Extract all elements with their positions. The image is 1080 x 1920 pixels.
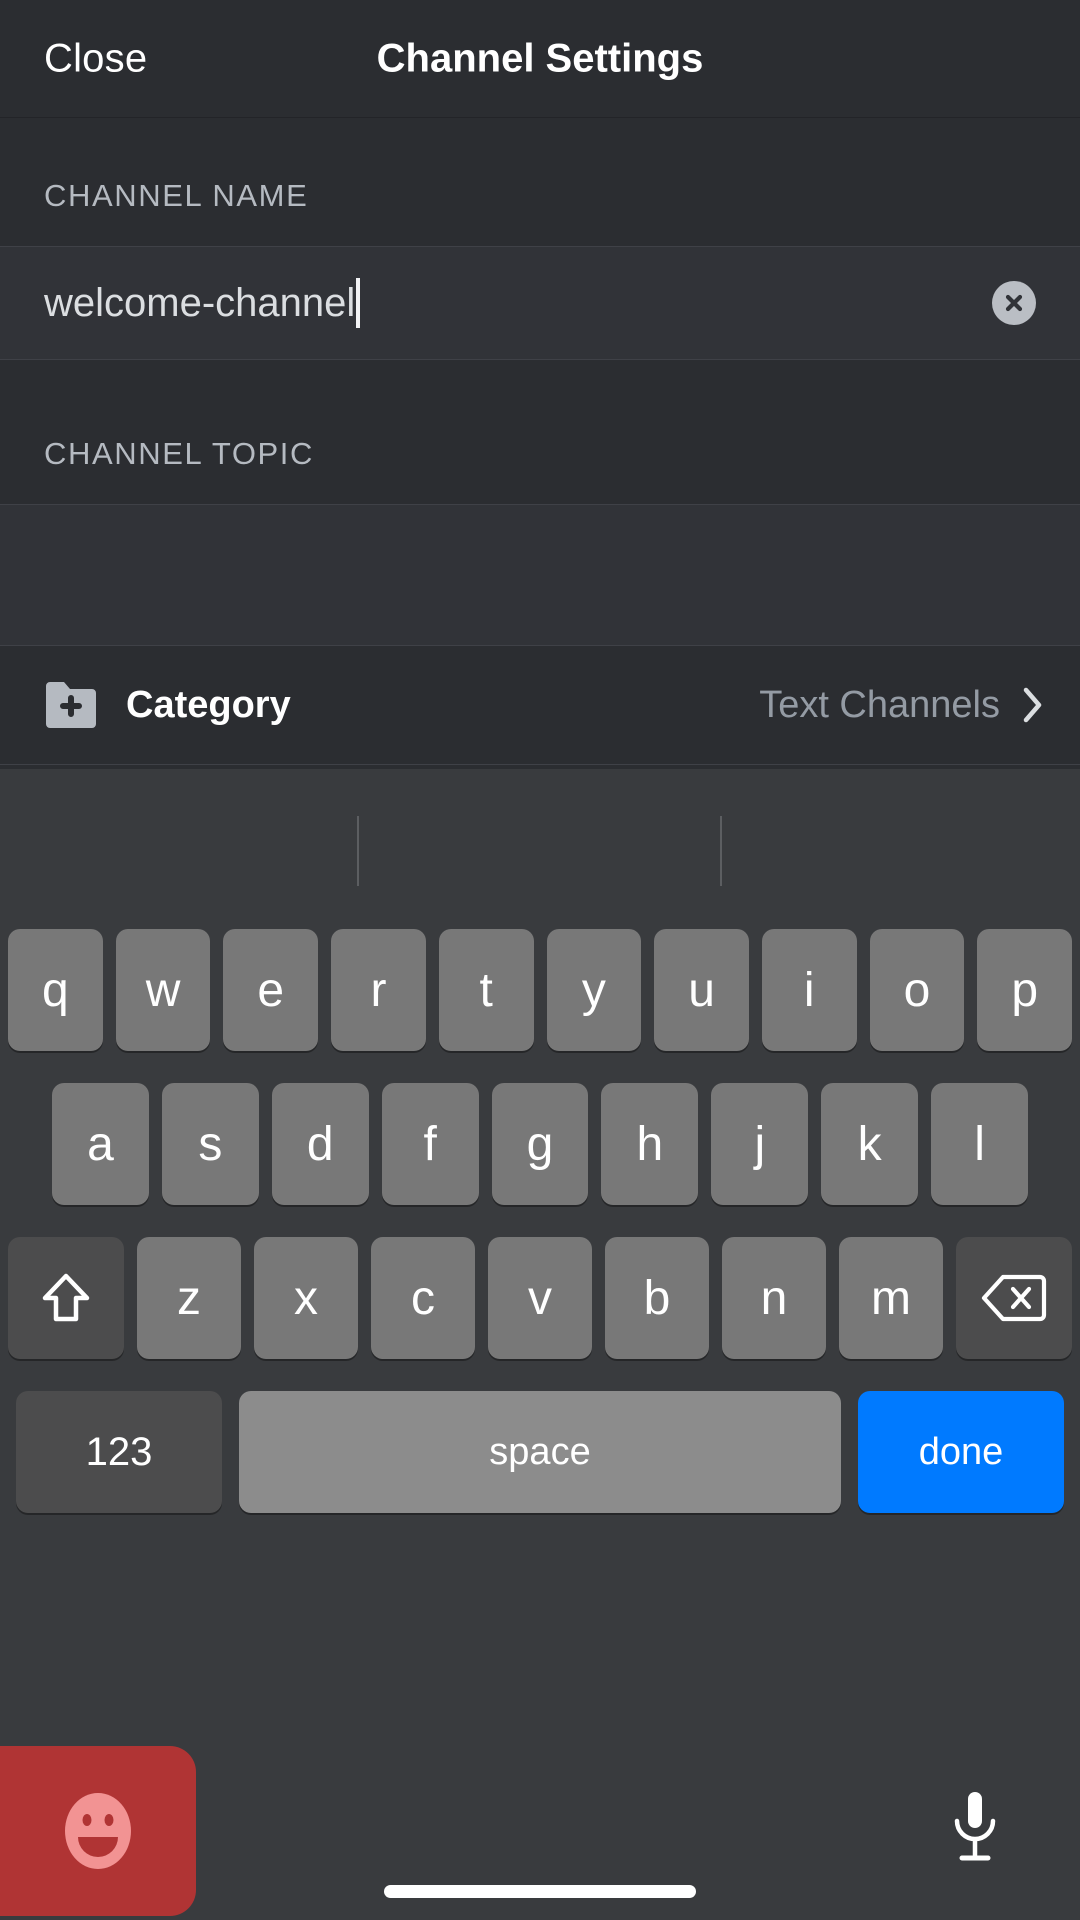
category-value: Text Channels (759, 683, 1000, 726)
clear-circle-icon[interactable] (992, 281, 1036, 325)
key-n[interactable]: n (722, 1237, 826, 1359)
channel-topic-input[interactable] (0, 505, 1080, 645)
home-indicator (384, 1885, 696, 1898)
keyboard-row-1: q w e r t y u i o p (7, 929, 1073, 1051)
channel-name-section-label: CHANNEL NAME (44, 178, 309, 213)
page-title: Channel Settings (376, 36, 704, 80)
key-c[interactable]: c (371, 1237, 475, 1359)
smiley-face-icon (54, 1787, 142, 1875)
shift-arrow-icon[interactable] (8, 1237, 124, 1359)
chevron-right-icon (1022, 686, 1044, 724)
keyboard-bottom-bar (0, 1738, 1080, 1920)
keyboard-row-3: z x c v b n m (8, 1237, 1072, 1359)
numbers-key[interactable]: 123 (16, 1391, 222, 1513)
key-z[interactable]: z (137, 1237, 241, 1359)
keyboard-rows: q w e r t y u i o p a s d f g h j k l z … (0, 929, 1080, 1738)
emoji-key[interactable] (0, 1746, 196, 1916)
close-button[interactable]: Close (44, 36, 147, 81)
suggestion-divider (720, 816, 722, 886)
key-o[interactable]: o (869, 929, 965, 1051)
key-m[interactable]: m (839, 1237, 943, 1359)
channel-settings-screen: Close Channel Settings CHANNEL NAME welc… (0, 0, 1080, 1920)
key-k[interactable]: k (821, 1083, 919, 1205)
key-r[interactable]: r (331, 929, 426, 1051)
keyboard-row-4: 123 space done (8, 1391, 1072, 1513)
key-j[interactable]: j (711, 1083, 809, 1205)
software-keyboard: q w e r t y u i o p a s d f g h j k l z … (0, 765, 1080, 1738)
header-bar: Close Channel Settings (0, 0, 1080, 118)
key-v[interactable]: v (488, 1237, 592, 1359)
key-f[interactable]: f (381, 1083, 479, 1205)
channel-name-field-row[interactable]: welcome-channel (0, 247, 1080, 359)
key-l[interactable]: l (931, 1083, 1029, 1205)
settings-form: CHANNEL NAME welcome-channel CHANNEL TOP… (0, 118, 1080, 765)
key-b[interactable]: b (605, 1237, 709, 1359)
space-key[interactable]: space (239, 1391, 841, 1513)
key-w[interactable]: w (115, 929, 211, 1051)
key-h[interactable]: h (601, 1083, 699, 1205)
key-a[interactable]: a (52, 1083, 149, 1205)
key-i[interactable]: i (761, 929, 857, 1051)
category-label: Category (126, 683, 291, 726)
keyboard-row-2: a s d f g h j k l (8, 1083, 1072, 1205)
channel-name-input[interactable]: welcome-channel (44, 278, 1036, 328)
key-q[interactable]: q (7, 929, 103, 1051)
channel-topic-section-label: CHANNEL TOPIC (44, 436, 315, 471)
backspace-delete-icon[interactable] (956, 1237, 1072, 1359)
microphone-icon[interactable] (948, 1788, 1002, 1870)
key-g[interactable]: g (491, 1083, 589, 1205)
category-row[interactable]: Category Text Channels (0, 646, 1080, 764)
key-y[interactable]: y (546, 929, 642, 1051)
key-s[interactable]: s (161, 1083, 259, 1205)
done-key[interactable]: done (858, 1391, 1064, 1513)
key-d[interactable]: d (271, 1083, 369, 1205)
channel-name-value: welcome-channel (44, 280, 356, 325)
text-caret (356, 278, 361, 328)
key-u[interactable]: u (654, 929, 749, 1051)
folder-plus-icon (44, 680, 98, 730)
suggestion-divider (357, 816, 359, 886)
key-x[interactable]: x (254, 1237, 358, 1359)
key-t[interactable]: t (438, 929, 534, 1051)
key-e[interactable]: e (223, 929, 319, 1051)
key-p[interactable]: p (977, 929, 1073, 1051)
predictive-suggestion-bar[interactable] (0, 769, 1080, 929)
